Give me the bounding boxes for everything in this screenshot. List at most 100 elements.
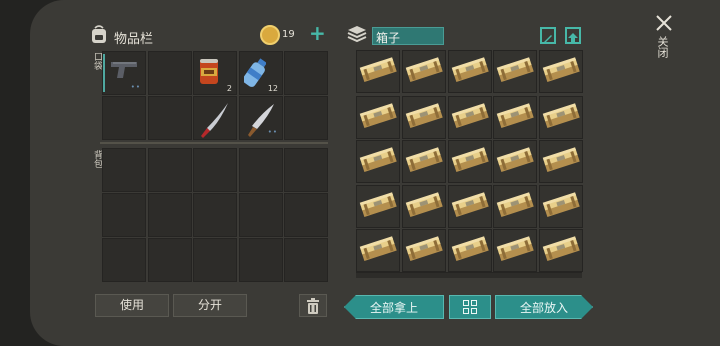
pocket-slot[interactable]	[148, 51, 192, 95]
split-button[interactable]: 分开	[173, 294, 247, 317]
rename-button[interactable]	[540, 27, 556, 44]
backpack-slot[interactable]	[102, 238, 146, 282]
wood-planks-icon	[405, 146, 445, 182]
backpack-slot[interactable]	[239, 148, 283, 192]
pocket-slot[interactable]	[102, 96, 146, 140]
use-button[interactable]: 使用	[95, 294, 169, 317]
container-slot[interactable]	[539, 140, 583, 183]
container-slot[interactable]	[356, 50, 400, 93]
durability-dots: ••	[130, 83, 141, 91]
wood-planks-icon	[451, 56, 491, 92]
pocket-slot[interactable]	[193, 96, 237, 140]
pocket-slot[interactable]	[284, 51, 328, 95]
container-name-field[interactable]: 箱子	[372, 27, 444, 45]
backpack-slot[interactable]	[284, 193, 328, 237]
durability-dots: ••	[267, 128, 278, 136]
pocket-slot[interactable]: 2	[193, 51, 237, 95]
backpack-slot[interactable]	[239, 238, 283, 282]
backpack-slot[interactable]	[148, 148, 192, 192]
close-button[interactable]: 关闭	[652, 12, 676, 72]
backpack-slot[interactable]	[193, 148, 237, 192]
container-name: 箱子	[376, 31, 401, 45]
backpack-label: 背包	[92, 150, 102, 168]
machete-icon	[198, 101, 232, 145]
container-slot[interactable]	[493, 229, 537, 272]
wood-planks-icon	[542, 56, 582, 92]
wood-planks-icon	[496, 56, 536, 92]
container-slot[interactable]	[493, 50, 537, 93]
close-label: 关闭	[656, 36, 669, 58]
container-slot[interactable]	[356, 229, 400, 272]
wood-planks-icon	[496, 146, 536, 182]
wood-planks-icon	[359, 191, 399, 227]
backpack-slot[interactable]	[284, 238, 328, 282]
wood-planks-icon	[405, 235, 445, 271]
container-slot[interactable]	[539, 50, 583, 93]
container-slot[interactable]	[448, 96, 492, 139]
take-all-label: 全部拿上	[369, 300, 418, 315]
backpack-icon	[90, 24, 108, 44]
backpack-slot[interactable]	[148, 238, 192, 282]
trash-icon	[307, 298, 319, 314]
container-slot[interactable]	[402, 185, 446, 228]
take-all-button[interactable]: 全部拿上	[344, 295, 444, 319]
container-slot[interactable]	[448, 50, 492, 93]
wood-planks-icon	[496, 102, 536, 138]
put-all-label: 全部放入	[519, 300, 568, 315]
container-slot[interactable]	[356, 185, 400, 228]
wood-planks-icon	[405, 56, 445, 92]
edit-icon	[544, 35, 552, 43]
coin-count: 19	[282, 29, 295, 40]
pocket-slot[interactable]	[284, 96, 328, 140]
slot-quantity: 2	[226, 84, 232, 93]
container-slot[interactable]	[448, 140, 492, 183]
add-coins-button[interactable]: +	[309, 21, 326, 45]
container-slot[interactable]	[402, 50, 446, 93]
pocket-slot[interactable]	[148, 96, 192, 140]
backpack-slot[interactable]	[102, 193, 146, 237]
container-slot[interactable]	[448, 229, 492, 272]
wood-planks-icon	[542, 235, 582, 271]
wood-planks-icon	[405, 191, 445, 227]
slot-quantity: 12	[267, 84, 278, 93]
pocket-slot[interactable]: ••	[239, 96, 283, 140]
pockets-label: 口袋	[92, 52, 102, 70]
backpack-slot[interactable]	[193, 238, 237, 282]
wood-planks-icon	[405, 102, 445, 138]
sort-button[interactable]	[449, 295, 491, 319]
equipped-marker	[103, 54, 105, 92]
backpack-slot[interactable]	[102, 148, 146, 192]
wood-planks-icon	[542, 102, 582, 138]
wood-planks-icon	[542, 146, 582, 182]
container-slot[interactable]	[402, 140, 446, 183]
container-slot[interactable]	[539, 96, 583, 139]
container-slot[interactable]	[539, 229, 583, 272]
container-slot[interactable]	[402, 96, 446, 139]
wood-planks-icon	[359, 102, 399, 138]
container-slot[interactable]	[402, 229, 446, 272]
pocket-slot[interactable]: 12	[239, 51, 283, 95]
backpack-slot[interactable]	[148, 193, 192, 237]
wood-planks-icon	[496, 235, 536, 271]
backpack-slot[interactable]	[284, 148, 328, 192]
container-slot[interactable]	[356, 140, 400, 183]
trash-button[interactable]	[299, 294, 327, 317]
container-slot[interactable]	[539, 185, 583, 228]
put-all-button[interactable]: 全部放入	[495, 295, 593, 319]
pocket-slot[interactable]: ••	[102, 51, 146, 95]
wood-planks-icon	[451, 102, 491, 138]
canned-food-icon	[198, 56, 220, 90]
container-slot[interactable]	[493, 185, 537, 228]
container-slot[interactable]	[356, 96, 400, 139]
container-slot[interactable]	[493, 96, 537, 139]
container-slot[interactable]	[493, 140, 537, 183]
box-icon	[346, 24, 368, 44]
backpack-slot[interactable]	[193, 193, 237, 237]
container-slot[interactable]	[448, 185, 492, 228]
wood-planks-icon	[542, 191, 582, 227]
wood-planks-icon	[496, 191, 536, 227]
wood-planks-icon	[451, 191, 491, 227]
inventory-title: 物品栏	[114, 32, 154, 47]
backpack-slot[interactable]	[239, 193, 283, 237]
upload-button[interactable]	[565, 27, 581, 44]
